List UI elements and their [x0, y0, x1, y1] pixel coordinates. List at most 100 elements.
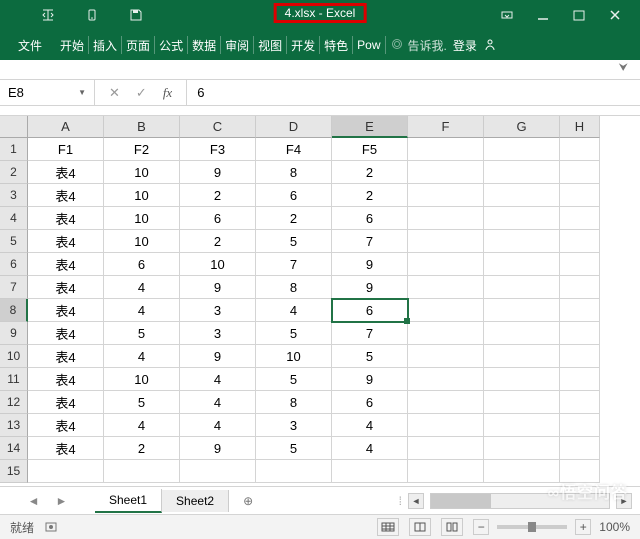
cell[interactable] [560, 437, 600, 460]
tab-data[interactable]: 数据 [188, 36, 221, 54]
cell[interactable]: 表4 [28, 184, 104, 207]
cell[interactable]: 2 [180, 184, 256, 207]
enter-icon[interactable]: ✓ [136, 85, 147, 101]
col-header-E[interactable]: E [332, 116, 408, 138]
tab-review[interactable]: 审阅 [221, 36, 254, 54]
cell[interactable] [180, 460, 256, 483]
cell[interactable] [484, 391, 560, 414]
cell[interactable] [484, 414, 560, 437]
row-header[interactable]: 9 [0, 322, 28, 345]
cell[interactable]: 6 [332, 299, 408, 322]
col-header-H[interactable]: H [560, 116, 600, 138]
cell[interactable] [560, 322, 600, 345]
cell[interactable]: F5 [332, 138, 408, 161]
save-icon[interactable] [128, 7, 144, 23]
cell[interactable]: 10 [180, 253, 256, 276]
cell[interactable] [484, 184, 560, 207]
cell[interactable] [408, 437, 484, 460]
cell[interactable] [408, 207, 484, 230]
cell[interactable] [484, 276, 560, 299]
cell[interactable]: 4 [104, 276, 180, 299]
col-header-C[interactable]: C [180, 116, 256, 138]
cancel-icon[interactable]: ✕ [109, 85, 120, 101]
cell[interactable] [484, 253, 560, 276]
cell[interactable]: 表4 [28, 230, 104, 253]
cell[interactable]: 9 [180, 276, 256, 299]
page-break-view-icon[interactable] [441, 518, 463, 536]
cell[interactable] [408, 184, 484, 207]
sheet-nav-prev-icon[interactable]: ◄ [28, 494, 40, 508]
cell[interactable]: 6 [332, 391, 408, 414]
page-layout-view-icon[interactable] [409, 518, 431, 536]
cell[interactable]: 10 [104, 368, 180, 391]
cell[interactable]: 5 [256, 437, 332, 460]
cell[interactable]: 2 [104, 437, 180, 460]
cell[interactable]: 表4 [28, 414, 104, 437]
cell[interactable]: 表4 [28, 437, 104, 460]
share-icon[interactable] [483, 38, 499, 52]
cell[interactable]: 4 [180, 391, 256, 414]
col-header-D[interactable]: D [256, 116, 332, 138]
cell[interactable] [484, 161, 560, 184]
cell[interactable]: 10 [104, 207, 180, 230]
cell[interactable]: 4 [104, 345, 180, 368]
cell[interactable]: 表4 [28, 391, 104, 414]
login-link[interactable]: 登录 [453, 37, 477, 54]
cell[interactable]: 表4 [28, 345, 104, 368]
row-header[interactable]: 4 [0, 207, 28, 230]
close-icon[interactable] [608, 8, 622, 22]
cell[interactable] [560, 161, 600, 184]
cell[interactable] [560, 253, 600, 276]
cell[interactable]: 4 [332, 437, 408, 460]
cell[interactable]: 8 [256, 276, 332, 299]
ribbon-options-icon[interactable] [500, 8, 514, 22]
cell[interactable]: F2 [104, 138, 180, 161]
row-header[interactable]: 1 [0, 138, 28, 161]
cell[interactable]: 表4 [28, 253, 104, 276]
cell[interactable] [560, 230, 600, 253]
cell[interactable] [484, 299, 560, 322]
row-header[interactable]: 10 [0, 345, 28, 368]
cell[interactable]: 10 [256, 345, 332, 368]
row-header[interactable]: 7 [0, 276, 28, 299]
cell[interactable] [256, 460, 332, 483]
cell[interactable]: 表4 [28, 368, 104, 391]
row-header[interactable]: 8 [0, 299, 28, 322]
cell[interactable] [560, 299, 600, 322]
sheet-tab-2[interactable]: Sheet2 [162, 490, 229, 512]
hscroll-thumb[interactable] [431, 494, 491, 508]
cell[interactable] [408, 253, 484, 276]
cell[interactable] [484, 138, 560, 161]
cell[interactable]: 4 [180, 368, 256, 391]
cell[interactable] [560, 276, 600, 299]
tab-power[interactable]: Pow [353, 36, 385, 54]
macro-record-icon[interactable] [44, 520, 58, 534]
cell[interactable]: 9 [332, 253, 408, 276]
row-header[interactable]: 2 [0, 161, 28, 184]
cell[interactable]: 5 [104, 391, 180, 414]
cell[interactable] [560, 138, 600, 161]
cell[interactable]: 表4 [28, 161, 104, 184]
cell[interactable] [408, 161, 484, 184]
cell[interactable] [408, 391, 484, 414]
cell[interactable]: 5 [332, 345, 408, 368]
cell[interactable]: 10 [104, 184, 180, 207]
tell-me-search[interactable]: 告诉我. [392, 37, 447, 54]
name-box[interactable]: E8 ▼ [0, 80, 95, 105]
cell[interactable]: 6 [180, 207, 256, 230]
sheet-tab-1[interactable]: Sheet1 [95, 489, 162, 513]
cell[interactable] [560, 391, 600, 414]
cell[interactable]: 7 [256, 253, 332, 276]
cell[interactable]: 4 [332, 414, 408, 437]
row-header[interactable]: 3 [0, 184, 28, 207]
cell[interactable] [484, 322, 560, 345]
cell[interactable]: 2 [332, 184, 408, 207]
row-header[interactable]: 12 [0, 391, 28, 414]
cell[interactable] [484, 230, 560, 253]
hscroll-divider-icon[interactable]: ⁞ [399, 494, 402, 508]
cell[interactable] [408, 414, 484, 437]
add-sheet-button[interactable]: ⊕ [229, 494, 267, 508]
row-header[interactable]: 11 [0, 368, 28, 391]
row-header[interactable]: 6 [0, 253, 28, 276]
zoom-out-icon[interactable]: − [473, 519, 489, 535]
